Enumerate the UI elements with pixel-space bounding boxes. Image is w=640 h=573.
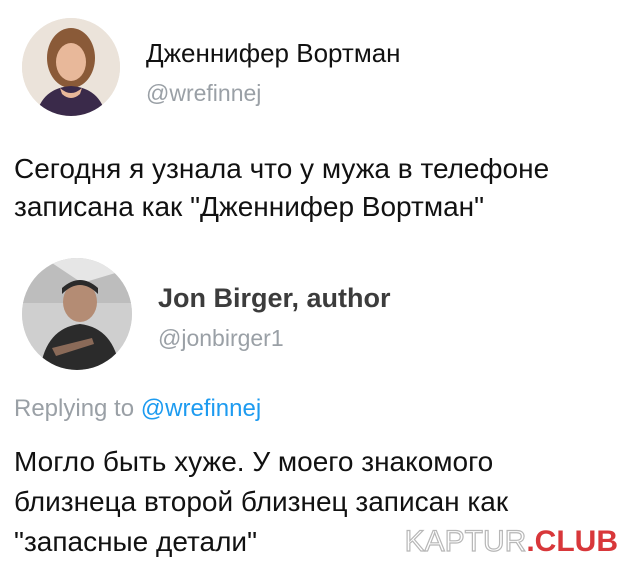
reply-author-avatar[interactable] — [22, 258, 132, 370]
tweet-text-line: записана как "Дженнифер Вортман" — [14, 191, 485, 222]
replying-to-line: Replying to @wrefinnej — [14, 395, 261, 423]
tweet-author-avatar[interactable] — [22, 18, 120, 116]
tweet-author-handle[interactable]: @wrefinnej — [146, 80, 261, 107]
avatar-man-photo — [22, 258, 132, 370]
avatar-woman-photo — [22, 18, 120, 116]
site-watermark: KAPTUR.CLUB — [404, 524, 618, 559]
watermark-part-club: .CLUB — [526, 525, 618, 558]
tweet-text-line: Сегодня я узнала что у мужа в телефоне — [14, 153, 550, 184]
tweet-author-name[interactable]: Дженнифер Вортман — [146, 38, 401, 69]
reply-text-line: близнеца второй близнец записан как — [14, 486, 509, 517]
replying-to-mention-link[interactable]: @wrefinnej — [141, 395, 261, 422]
reply-author-handle[interactable]: @jonbirger1 — [158, 325, 284, 352]
tweet-text: Сегодня я узнала что у мужа в телефоне з… — [14, 150, 549, 226]
reply-text-line: Могло быть хуже. У моего знакомого — [14, 446, 494, 477]
watermark-part-kaptur: KAPTUR — [404, 524, 527, 558]
reply-author-name[interactable]: Jon Birger, author — [158, 283, 391, 314]
replying-to-prefix: Replying to — [14, 395, 135, 422]
